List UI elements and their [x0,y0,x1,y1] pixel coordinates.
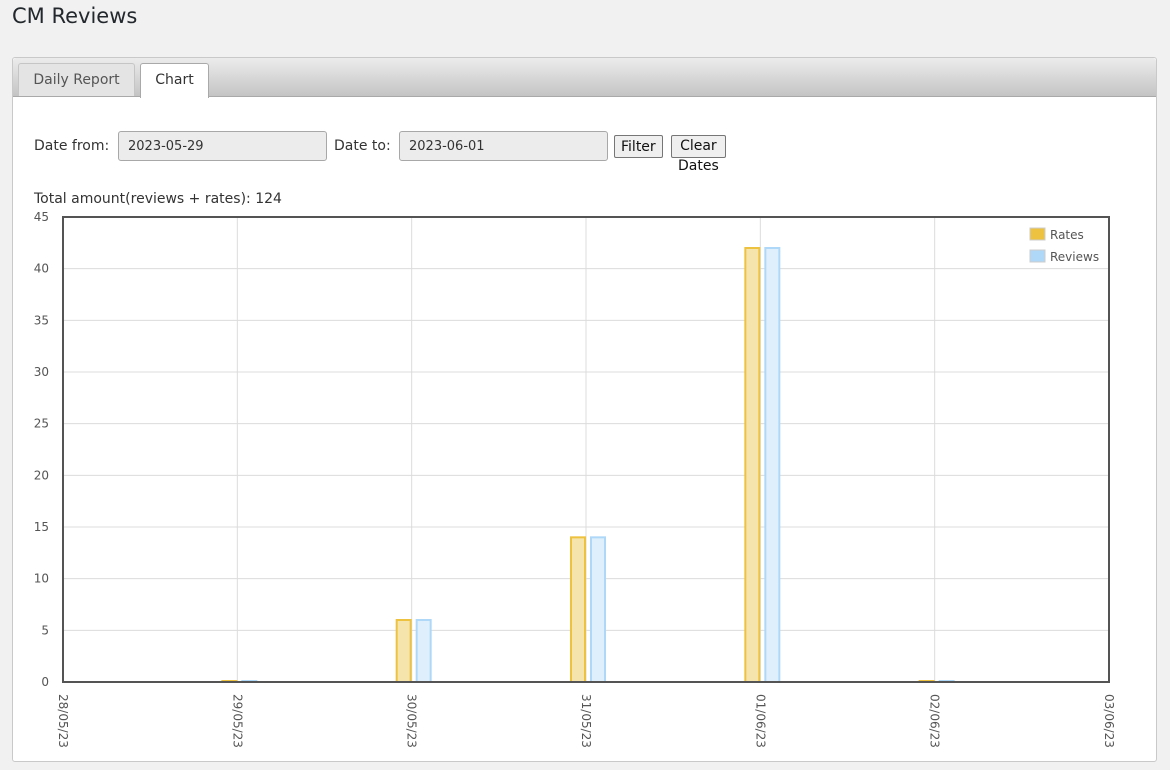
y-tick-label: 10 [34,572,49,586]
reviews-bar-chart: 0 5 10 15 20 25 30 35 40 45 28/05/23 29/05/23 30/05/… [34,210,1116,748]
bar-rates [395,619,412,683]
y-tick-label: 0 [41,675,49,689]
bar-reviews [590,536,606,683]
y-tick-label: 45 [34,210,49,224]
legend-label-reviews: Reviews [1050,250,1099,264]
bar-reviews [415,619,432,683]
y-tick-label: 25 [34,417,49,431]
legend-swatch-rates [1029,227,1046,241]
bar-reviews [764,247,781,683]
chart-legend: Rates Reviews [1029,227,1099,264]
x-tick-label: 30/05/23 [405,694,419,748]
x-tick-label: 03/06/23 [1102,694,1116,748]
y-tick-label: 35 [34,313,49,327]
y-tick-label: 20 [34,468,49,482]
x-tick-label: 02/06/23 [928,694,942,748]
legend-swatch-reviews [1029,249,1046,263]
bar-rates [570,536,586,683]
legend-label-rates: Rates [1050,228,1084,242]
x-tick-label: 28/05/23 [56,694,70,748]
y-tick-label: 30 [34,365,49,379]
y-tick-label: 15 [34,520,49,534]
x-tick-label: 29/05/23 [230,694,244,748]
y-tick-label: 5 [41,623,49,637]
bar-rates [744,247,761,683]
x-tick-label: 01/06/23 [753,694,767,748]
y-tick-label: 40 [34,262,49,276]
x-tick-label: 31/05/23 [579,694,593,748]
